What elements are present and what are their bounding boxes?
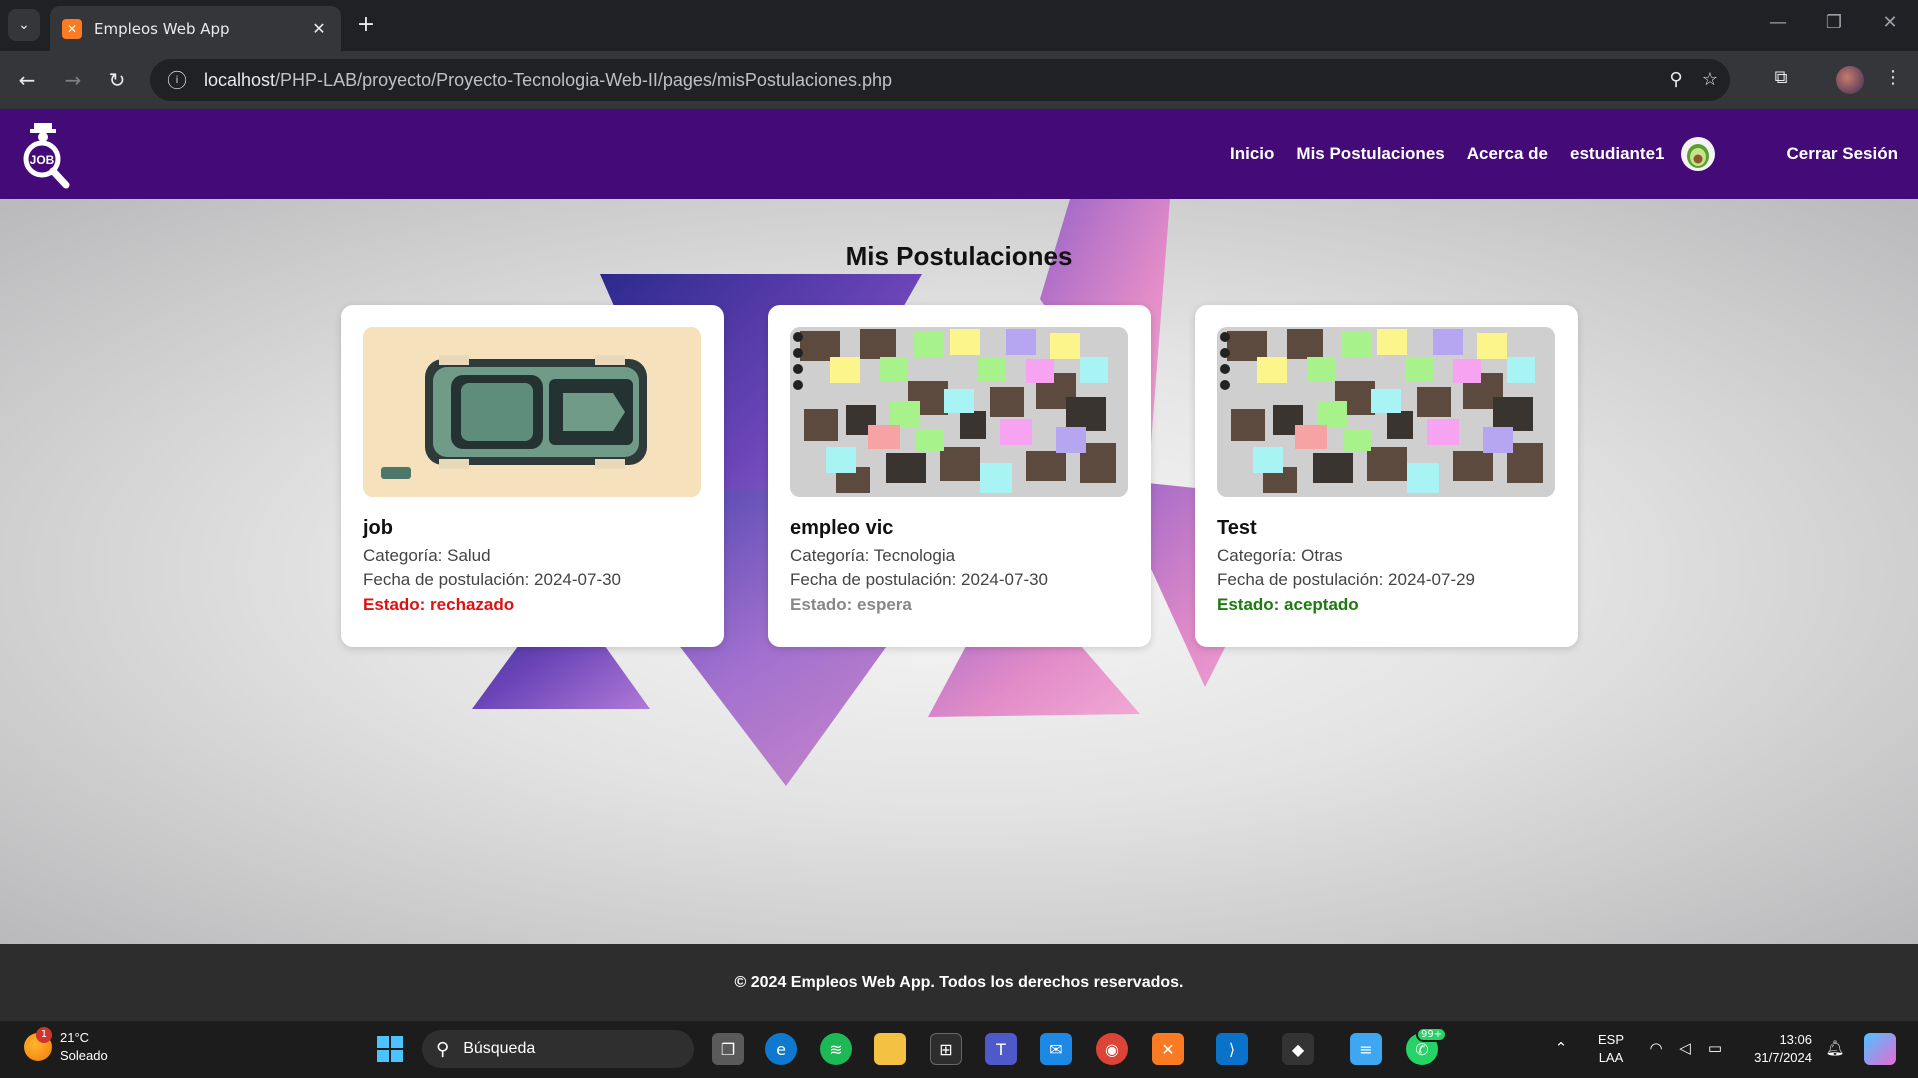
profile-avatar[interactable]	[1836, 66, 1864, 94]
nav-link-user[interactable]: estudiante1	[1570, 144, 1664, 164]
application-card[interactable]: Test Categoría: Otras Fecha de postulaci…	[1195, 305, 1578, 647]
task-view-icon[interactable]: ❐	[712, 1033, 744, 1065]
card-title: job	[363, 517, 393, 539]
address-bar[interactable]: i localhost/PHP-LAB/proyecto/Proyecto-Te…	[150, 59, 1730, 101]
user-avatar-avocado-icon[interactable]	[1680, 137, 1715, 171]
reload-icon[interactable]: ↻	[102, 65, 132, 95]
speaker-muted-icon[interactable]: ◁	[1674, 1039, 1696, 1057]
close-window-icon[interactable]: ✕	[1878, 12, 1902, 33]
browser-tab[interactable]: ✕ Empleos Web App ✕	[50, 6, 341, 51]
logo-text: JOB	[30, 153, 55, 167]
xampp-favicon-icon: ✕	[62, 18, 82, 39]
windows-start-icon[interactable]	[374, 1033, 406, 1065]
minimize-icon[interactable]: —	[1766, 12, 1790, 33]
nav-link-about[interactable]: Acerca de	[1467, 144, 1548, 164]
wifi-icon[interactable]: ◠	[1645, 1039, 1667, 1057]
card-date: Fecha de postulación: 2024-07-30	[790, 570, 1049, 589]
whatsapp-badge: 99+	[1416, 1027, 1448, 1042]
microsoft-store-icon[interactable]: ⊞	[930, 1033, 962, 1065]
clock-date: 31/7/2024	[1754, 1050, 1812, 1065]
card-date: Fecha de postulación: 2024-07-29	[1217, 570, 1476, 589]
teams-icon[interactable]: T	[985, 1033, 1017, 1065]
card-title: empleo vic	[790, 517, 894, 539]
nav-link-home[interactable]: Inicio	[1230, 144, 1274, 164]
search-icon: ⚲	[436, 1038, 450, 1060]
site-footer: © 2024 Empleos Web App. Todos los derech…	[0, 944, 1918, 1021]
page-title: Mis Postulaciones	[845, 241, 1073, 271]
application-card[interactable]: job Categoría: Salud Fecha de postulació…	[341, 305, 724, 647]
site-info-icon[interactable]: i	[167, 70, 187, 90]
card-status: Estado: espera	[790, 595, 912, 614]
copilot-icon[interactable]	[1864, 1033, 1896, 1065]
bookmark-star-icon[interactable]: ☆	[1698, 69, 1722, 90]
card-status: Estado: aceptado	[1217, 595, 1359, 614]
browser-toolbar: ← → ↻ i localhost/PHP-LAB/proyecto/Proye…	[0, 51, 1918, 109]
web-page: JOB Inicio Mis Postulaciones Acerca de e…	[0, 109, 1918, 1021]
nav-link-applications[interactable]: Mis Postulaciones	[1296, 144, 1444, 164]
card-image-collage	[790, 327, 1128, 497]
spotify-icon[interactable]: ≋	[820, 1033, 852, 1065]
card-category: Categoría: Salud	[363, 546, 491, 565]
language-code: ESP	[1597, 1032, 1624, 1047]
forward-icon[interactable]: →	[58, 65, 88, 95]
restore-icon[interactable]: ❐	[1822, 12, 1846, 33]
back-icon[interactable]: ←	[12, 65, 42, 95]
card-status: Estado: rechazado	[363, 595, 515, 614]
site-header: JOB Inicio Mis Postulaciones Acerca de e…	[0, 109, 1918, 199]
notepad-icon[interactable]: ≡	[1350, 1033, 1382, 1065]
taskbar-search[interactable]: ⚲ Búsqueda	[422, 1030, 694, 1068]
sun-icon: 1	[24, 1027, 52, 1061]
chrome-icon[interactable]: ◉	[1096, 1033, 1128, 1065]
tab-search-button[interactable]: ⌄	[8, 9, 40, 41]
zoom-icon[interactable]: ⚲	[1664, 69, 1688, 90]
new-tab-button[interactable]: +	[352, 11, 380, 39]
notification-bell-icon[interactable]: 🔔︎	[1824, 1039, 1846, 1057]
application-card[interactable]: empleo vic Categoría: Tecnologia Fecha d…	[768, 305, 1151, 647]
clock-time: 13:06	[1779, 1032, 1812, 1047]
card-image-pixel-car	[363, 327, 701, 497]
extensions-icon[interactable]: ⧉	[1768, 67, 1794, 88]
whatsapp-icon[interactable]: ✆ 99+	[1406, 1027, 1448, 1065]
close-tab-icon[interactable]: ✕	[309, 19, 329, 38]
url-path: /PHP-LAB/proyecto/Proyecto-Tecnologia-We…	[275, 69, 893, 90]
file-explorer-icon[interactable]	[874, 1033, 906, 1065]
url-host: localhost	[204, 69, 276, 90]
clock[interactable]: 13:06 31/7/2024	[1742, 1031, 1812, 1067]
battery-icon[interactable]: ▭	[1704, 1039, 1726, 1057]
xampp-icon[interactable]: ✕	[1152, 1033, 1184, 1065]
chevron-down-icon: ⌄	[18, 17, 30, 33]
nav-link-logout[interactable]: Cerrar Sesión	[1787, 144, 1899, 164]
git-icon[interactable]: ◆	[1282, 1033, 1314, 1065]
card-title: Test	[1217, 517, 1257, 539]
job-logo-icon[interactable]: JOB	[20, 121, 72, 191]
weather-temp: 21°C	[60, 1030, 90, 1045]
keyboard-layout: LAA	[1598, 1050, 1624, 1065]
chevron-up-icon[interactable]: ⌃	[1550, 1039, 1572, 1057]
main-content: Mis Postulaciones job Categoría: Salud F…	[0, 199, 1918, 944]
card-image-collage	[1217, 327, 1555, 497]
taskbar: 1 21°C Soleado ⚲ Búsqueda ❐ e ≋ ⊞ T ✉ ◉ …	[0, 1021, 1918, 1078]
main-nav: Inicio Mis Postulaciones Acerca de estud…	[1208, 109, 1918, 199]
more-menu-icon[interactable]: ⋮	[1880, 67, 1906, 88]
weather-badge: 1	[36, 1027, 52, 1043]
language-indicator[interactable]: ESP LAA	[1596, 1031, 1626, 1067]
weather-desc: Soleado	[60, 1048, 108, 1063]
search-placeholder: Búsqueda	[463, 1040, 536, 1057]
vscode-icon[interactable]: ⟩	[1216, 1033, 1248, 1065]
weather-widget[interactable]: 1 21°C Soleado	[24, 1027, 108, 1065]
card-category: Categoría: Otras	[1217, 546, 1343, 565]
card-category: Categoría: Tecnologia	[790, 546, 956, 565]
tab-title: Empleos Web App	[94, 19, 230, 38]
browser-tabstrip: ⌄ ✕ Empleos Web App ✕ + — ❐ ✕	[0, 0, 1918, 51]
edge-icon[interactable]: e	[765, 1033, 797, 1065]
card-date: Fecha de postulación: 2024-07-30	[363, 570, 622, 589]
mail-icon[interactable]: ✉	[1040, 1033, 1072, 1065]
url-text[interactable]: localhost/PHP-LAB/proyecto/Proyecto-Tecn…	[204, 70, 892, 91]
